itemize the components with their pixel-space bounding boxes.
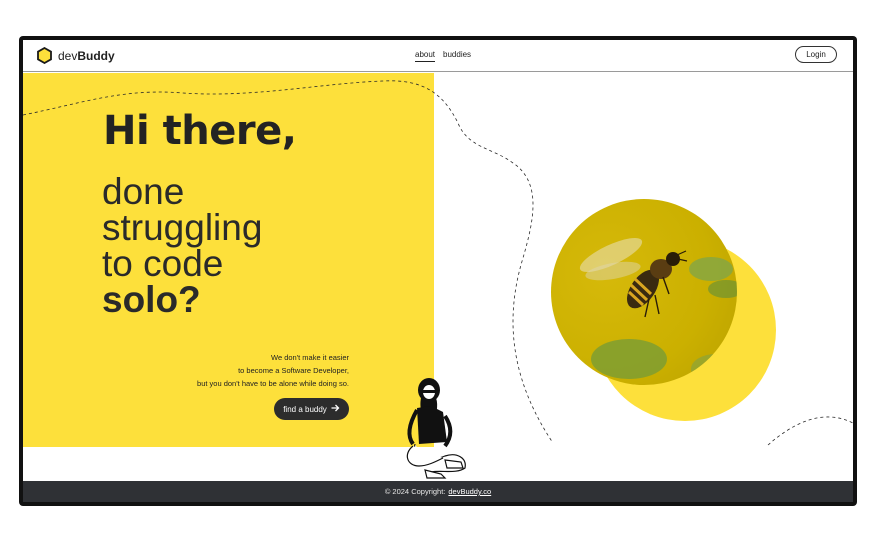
hero-line-4: solo?: [102, 279, 201, 320]
hero-line-1: done: [102, 171, 185, 212]
footer-copyright: © 2024 Copyright:: [384, 487, 446, 496]
tagline-line-2: to become a Software Developer,: [238, 366, 349, 375]
nav-link-buddies[interactable]: buddies: [443, 50, 471, 62]
person-illustration: [406, 378, 466, 479]
hexagon-logo-icon: [37, 47, 52, 64]
find-buddy-button[interactable]: find a buddy: [274, 398, 349, 420]
arrow-right-icon: [331, 404, 340, 414]
brand-name: devBuddy: [58, 49, 115, 63]
login-button[interactable]: Login: [795, 46, 837, 63]
tagline-line-3: but you don't have to be alone while doi…: [197, 379, 349, 388]
browser-frame: devBuddy about buddies Login Hi there, d…: [19, 36, 857, 506]
brand-name-bold: Buddy: [77, 48, 115, 63]
hero-headline: done struggling to code solo?: [102, 171, 263, 320]
footer: © 2024 Copyright: devBuddy.co: [23, 481, 853, 502]
hero-line-2: struggling: [102, 207, 263, 248]
nav-link-about[interactable]: about: [415, 50, 436, 62]
hero-tagline: We don't make it easier to become a Soft…: [123, 351, 349, 390]
footer-link[interactable]: devBuddy.co: [448, 487, 491, 496]
navbar: devBuddy about buddies Login: [23, 40, 853, 72]
find-buddy-label: find a buddy: [283, 404, 327, 414]
tagline-line-1: We don't make it easier: [271, 353, 349, 362]
hero-greeting: Hi there,: [103, 108, 297, 154]
nav-links: about buddies: [415, 50, 471, 62]
brand-name-light: dev: [58, 48, 78, 63]
brand-logo[interactable]: devBuddy: [37, 47, 115, 64]
page: devBuddy about buddies Login Hi there, d…: [23, 40, 853, 502]
hero-line-3: to code: [102, 243, 224, 284]
bee-photo: [551, 199, 737, 385]
bee-icon: [579, 238, 737, 384]
